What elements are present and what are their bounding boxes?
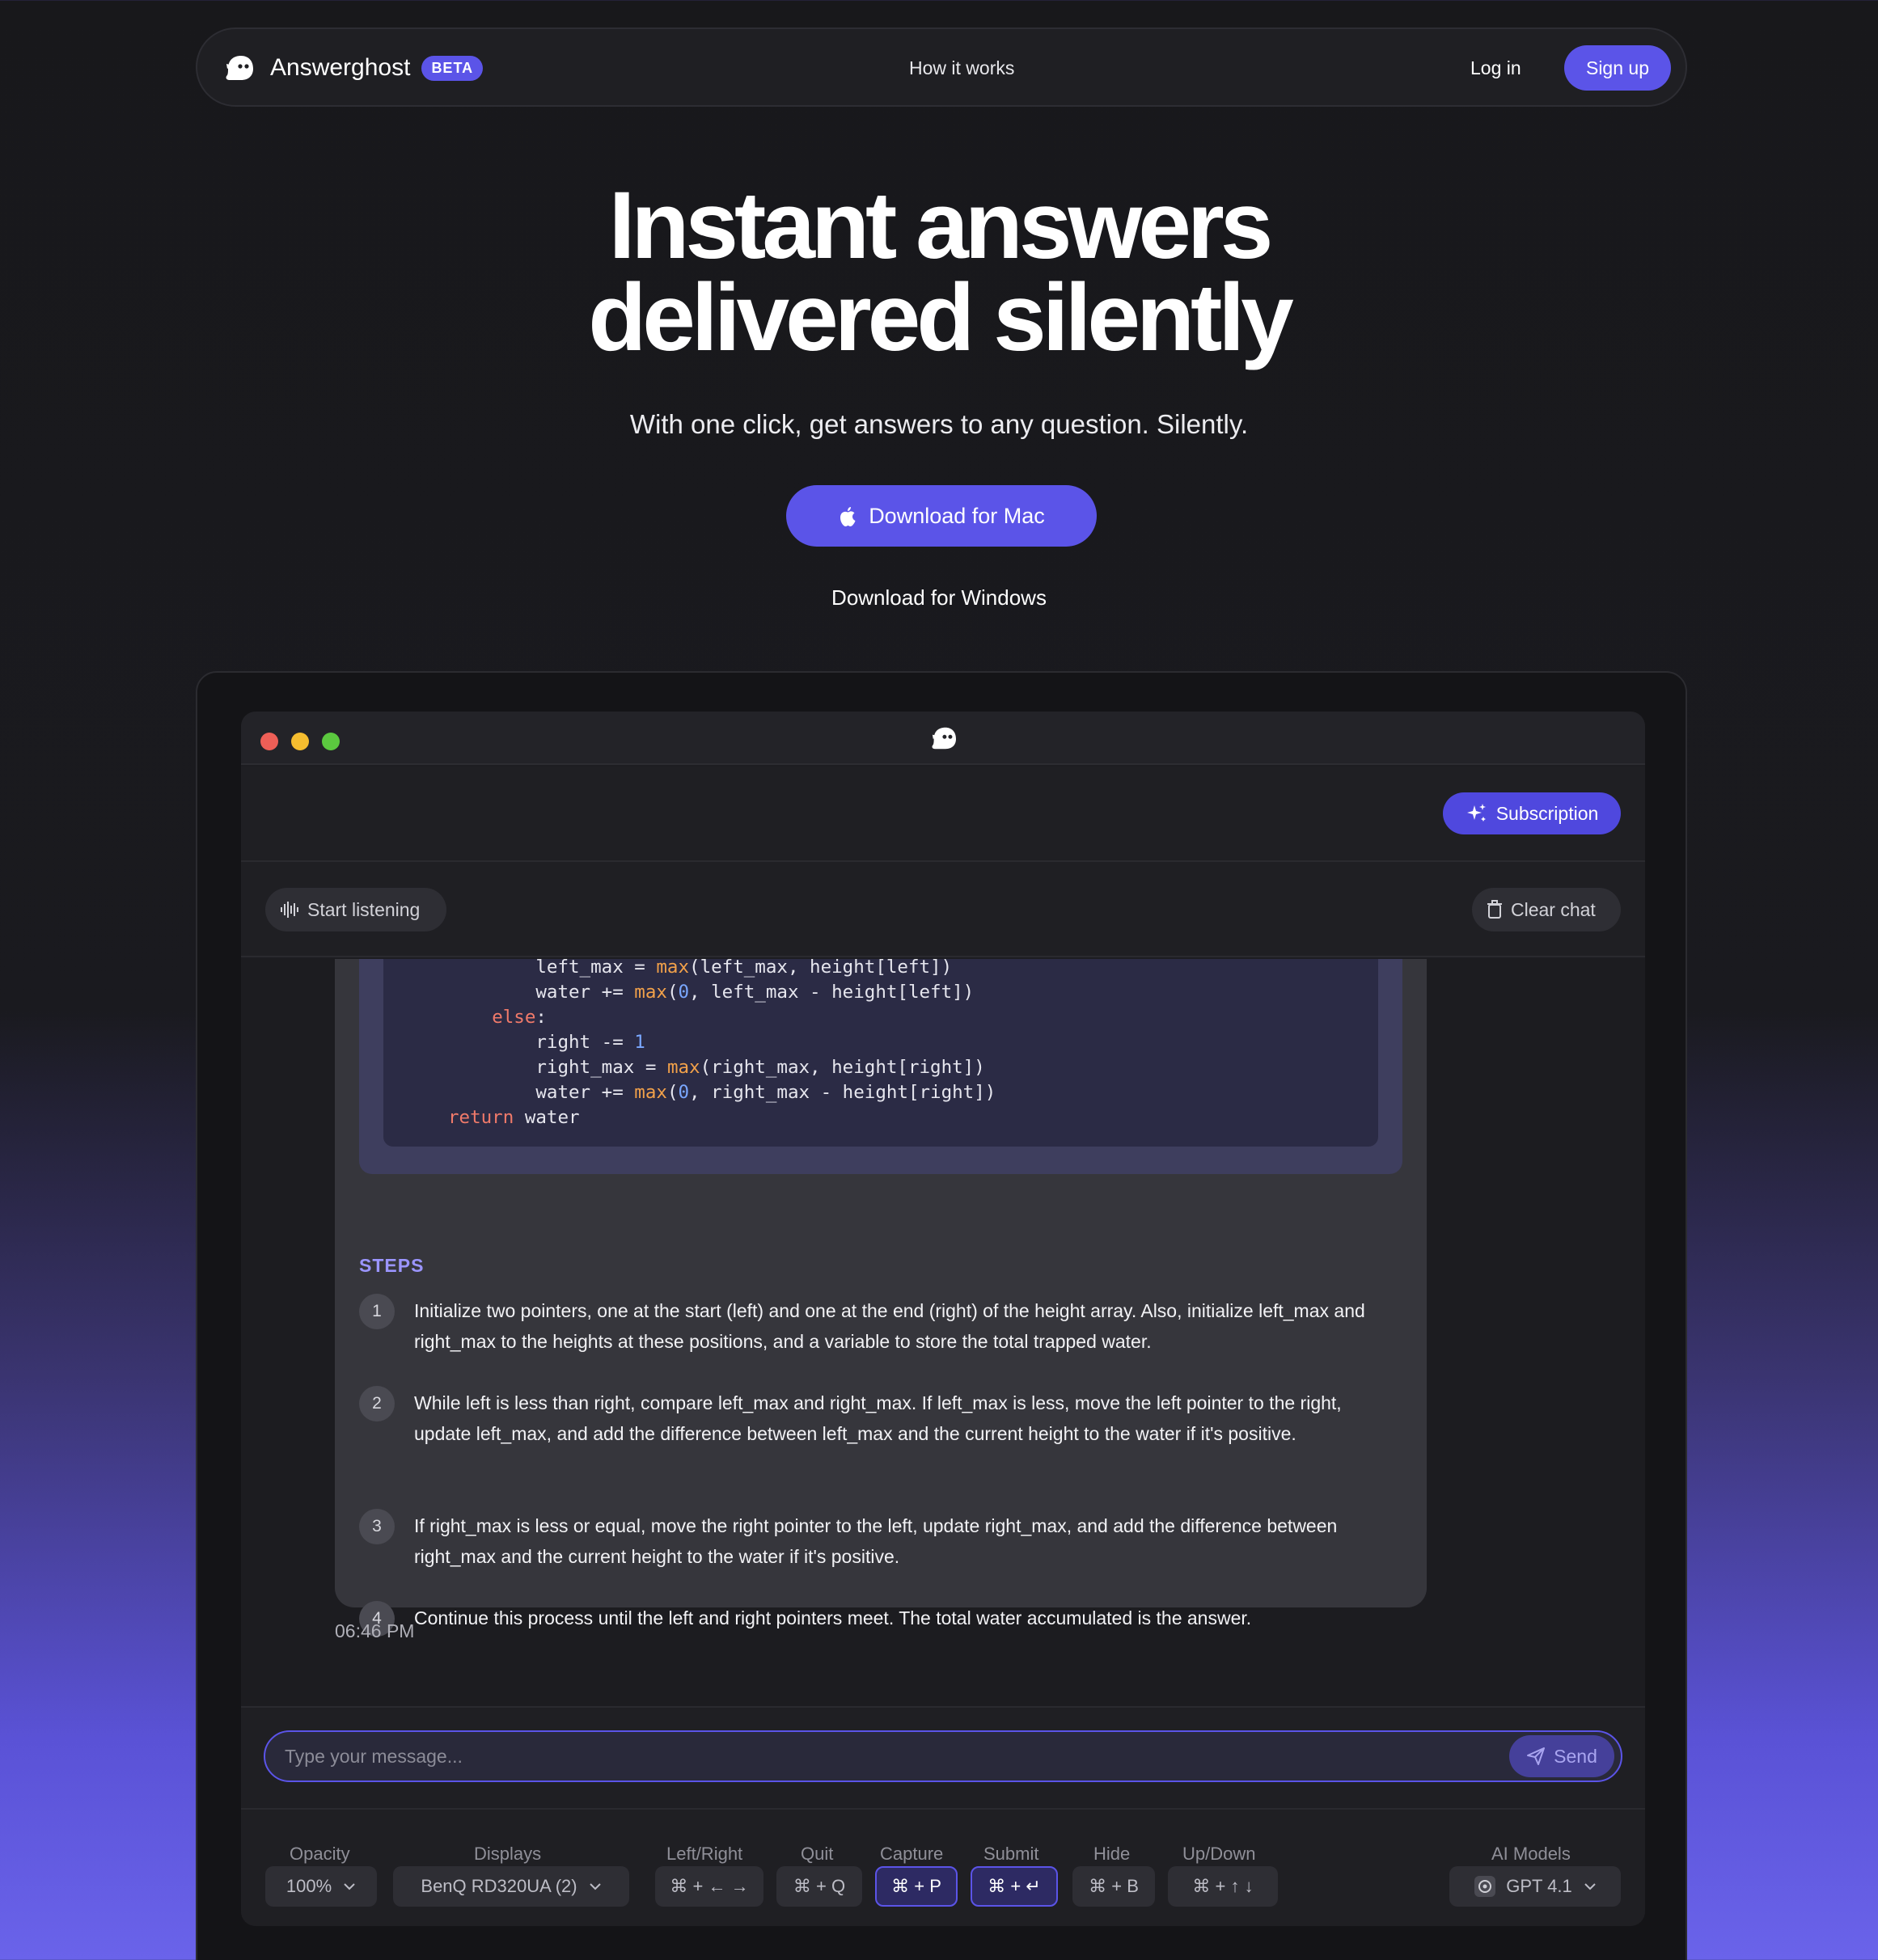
- brand-name: Answerghost: [270, 54, 411, 81]
- start-listening-label: Start listening: [307, 898, 421, 920]
- ghost-logo-icon: [932, 727, 956, 750]
- message-input[interactable]: Type your message...: [264, 1730, 1622, 1782]
- brand[interactable]: Answerghost BETA: [223, 29, 484, 107]
- opacity-label: Opacity: [290, 1844, 350, 1864]
- openai-icon: [1474, 1876, 1496, 1897]
- hero-subtitle: With one click, get answers to any quest…: [629, 409, 1249, 439]
- download-windows-link[interactable]: Download for Windows: [0, 585, 1878, 610]
- send-icon: [1527, 1747, 1546, 1765]
- ai-model-value: GPT 4.1: [1506, 1876, 1572, 1896]
- step-number: 2: [359, 1386, 395, 1421]
- settings-bar: Opacity 100% Displays BenQ RD320UA (2) L…: [241, 1808, 1645, 1926]
- code-text: left_max = max(left_max, height[left]) w…: [448, 959, 996, 1128]
- chat-toolbar: Start listening Clear chat: [241, 862, 1645, 957]
- displays-select[interactable]: BenQ RD320UA (2): [393, 1866, 629, 1907]
- clear-chat-label: Clear chat: [1511, 898, 1596, 920]
- beta-badge: BETA: [421, 55, 484, 81]
- updown-shortcut[interactable]: ⌘ + ↑ ↓: [1168, 1866, 1278, 1907]
- submit-label: Submit: [983, 1844, 1039, 1864]
- opacity-select[interactable]: 100%: [265, 1866, 377, 1907]
- chevron-down-icon: [589, 1883, 601, 1890]
- subscription-button[interactable]: Subscription: [1443, 792, 1621, 834]
- quit-label: Quit: [801, 1844, 834, 1864]
- nav-how-it-works[interactable]: How it works: [909, 29, 1014, 107]
- waveform-icon: [281, 902, 298, 918]
- displays-value: BenQ RD320UA (2): [421, 1876, 577, 1896]
- sparkle-icon: [1466, 804, 1486, 822]
- chevron-down-icon: [344, 1883, 355, 1890]
- close-window-dot[interactable]: [260, 733, 278, 750]
- opacity-value: 100%: [286, 1876, 332, 1896]
- app-window: Subscription Start listening Clear chat: [241, 712, 1645, 1926]
- hero-title-line1: Instant answers: [608, 172, 1274, 279]
- submit-shortcut[interactable]: ⌘ + ↵: [971, 1866, 1058, 1907]
- login-link[interactable]: Log in: [1470, 29, 1521, 107]
- input-bar: Type your message... Send: [241, 1706, 1645, 1808]
- step-text: Continue this process until the left and…: [414, 1607, 1252, 1628]
- step-text: Initialize two pointers, one at the star…: [414, 1300, 1365, 1352]
- subscription-label: Subscription: [1495, 802, 1599, 824]
- ghost-logo-icon: [226, 56, 253, 80]
- maximize-window-dot[interactable]: [322, 733, 340, 750]
- top-toolbar: Subscription: [241, 767, 1645, 862]
- displays-label: Displays: [474, 1844, 542, 1864]
- chat-area[interactable]: left_max = max(left_max, height[left]) w…: [241, 959, 1645, 1706]
- step-number: 1: [359, 1294, 395, 1329]
- code-block-frame: left_max = max(left_max, height[left]) w…: [359, 959, 1402, 1174]
- leftright-label: Left/Right: [666, 1844, 743, 1864]
- window-titlebar[interactable]: [241, 712, 1645, 765]
- hero-title: Instant answers delivered silently: [0, 172, 1878, 371]
- apple-icon: [840, 507, 856, 526]
- step-text: While left is less than right, compare l…: [414, 1392, 1342, 1444]
- trash-icon: [1487, 900, 1502, 919]
- code-block: left_max = max(left_max, height[left]) w…: [383, 959, 1378, 1147]
- ai-model-select[interactable]: GPT 4.1: [1449, 1866, 1621, 1907]
- start-listening-button[interactable]: Start listening: [265, 888, 446, 931]
- steps-heading: STEPS: [359, 1255, 425, 1276]
- hero-title-line2: delivered silently: [588, 264, 1294, 371]
- send-label: Send: [1554, 1745, 1597, 1767]
- ai-models-label: AI Models: [1491, 1844, 1571, 1864]
- hide-label: Hide: [1093, 1844, 1131, 1864]
- minimize-window-dot[interactable]: [291, 733, 309, 750]
- message-timestamp: 06:46 PM: [335, 1620, 415, 1641]
- step-number: 3: [359, 1509, 395, 1544]
- chevron-down-icon: [1584, 1883, 1596, 1890]
- leftright-shortcut[interactable]: ⌘ + ← →: [655, 1866, 763, 1907]
- capture-shortcut[interactable]: ⌘ + P: [875, 1866, 958, 1907]
- top-nav: Answerghost BETA How it works Log in Sig…: [196, 27, 1687, 107]
- answer-bubble: left_max = max(left_max, height[left]) w…: [335, 959, 1427, 1637]
- download-mac-button[interactable]: Download for Mac: [786, 485, 1097, 547]
- step-text: If right_max is less or equal, move the …: [414, 1515, 1338, 1567]
- clear-chat-button[interactable]: Clear chat: [1472, 888, 1621, 931]
- capture-label: Capture: [880, 1844, 944, 1864]
- download-mac-label: Download for Mac: [869, 503, 1045, 528]
- signup-button[interactable]: Sign up: [1564, 45, 1671, 91]
- quit-shortcut[interactable]: ⌘ + Q: [776, 1866, 862, 1907]
- send-button[interactable]: Send: [1509, 1735, 1614, 1777]
- hide-shortcut[interactable]: ⌘ + B: [1072, 1866, 1155, 1907]
- updown-label: Up/Down: [1182, 1844, 1256, 1864]
